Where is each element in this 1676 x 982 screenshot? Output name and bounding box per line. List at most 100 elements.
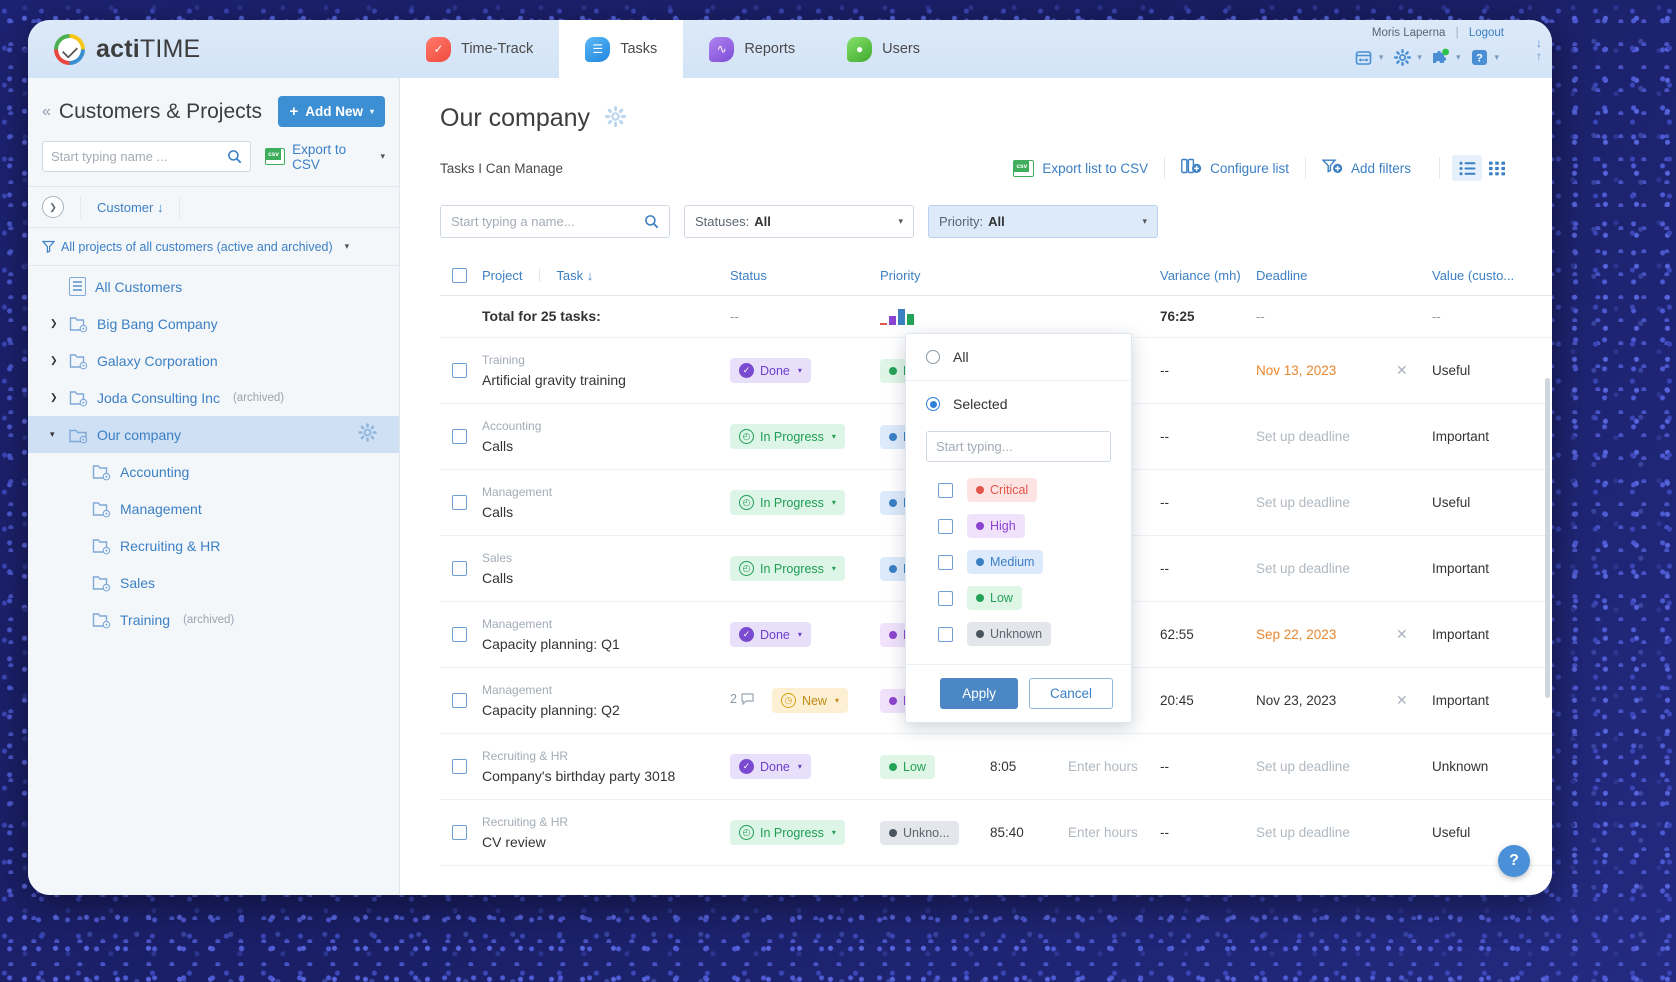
sidebar-filter-row[interactable]: All projects of all customers (active an…	[28, 228, 399, 266]
column-header-task[interactable]: Task ↓	[556, 268, 593, 283]
priority-option-all[interactable]: All	[906, 334, 1131, 380]
column-header-value[interactable]: Value (custo...	[1432, 268, 1514, 283]
chevron-down-icon[interactable]: ▾	[1494, 52, 1499, 63]
radio-selected[interactable]	[926, 397, 940, 411]
priority-search-input[interactable]	[936, 439, 1112, 454]
row-checkbox[interactable]	[452, 363, 467, 378]
row-checkbox[interactable]	[452, 693, 467, 708]
list-view-icon[interactable]	[1452, 155, 1482, 181]
row-value[interactable]: Unknown	[1432, 759, 1488, 774]
row-status-badge[interactable]: ✓Done▾	[730, 622, 811, 647]
row-status-badge[interactable]: ◷New▾	[772, 688, 848, 713]
row-status-badge[interactable]: ◴In Progress▾	[730, 490, 845, 515]
chevron-right-icon[interactable]: ❯	[50, 392, 60, 403]
table-row[interactable]: Recruiting & HRCV review◴In Progress▾Unk…	[440, 800, 1552, 866]
row-checkbox[interactable]	[452, 759, 467, 774]
row-deadline[interactable]: Nov 23, 2023	[1256, 693, 1336, 708]
page-settings-gear-icon[interactable]	[605, 106, 626, 132]
expand-all-button[interactable]: ❯	[42, 196, 64, 218]
puzzle-icon[interactable]	[1431, 47, 1451, 67]
row-status-badge[interactable]: ✓Done▾	[730, 358, 811, 383]
project-settings-gear-icon[interactable]	[358, 423, 377, 447]
configure-list-button[interactable]: Configure list	[1165, 158, 1305, 178]
priority-option-checkbox[interactable]	[938, 591, 953, 606]
collapse-sidebar-button[interactable]: «	[42, 103, 51, 121]
column-header-status[interactable]: Status	[730, 268, 767, 283]
scroll-arrows[interactable]: ↓↑	[1536, 38, 1542, 62]
tree-item-our-company[interactable]: ▾Our company	[28, 416, 399, 453]
row-value[interactable]: Useful	[1432, 825, 1470, 840]
priority-search-field[interactable]	[926, 431, 1111, 462]
row-task-name[interactable]: Calls	[482, 438, 730, 454]
column-header-priority[interactable]: Priority	[880, 268, 920, 283]
vertical-scrollbar[interactable]	[1545, 378, 1550, 698]
row-deadline[interactable]: Sep 22, 2023	[1256, 627, 1336, 642]
row-estimate[interactable]: Enter hours	[1068, 825, 1138, 840]
tree-item-galaxy-corporation[interactable]: ❯Galaxy Corporation	[28, 342, 399, 379]
row-task-name[interactable]: Calls	[482, 570, 730, 586]
priority-filter-select[interactable]: Priority: All ▾	[928, 205, 1158, 238]
nav-tab-time-track[interactable]: ✓ Time-Track	[400, 20, 559, 78]
chevron-right-icon[interactable]: ❯	[50, 355, 60, 366]
apply-button[interactable]: Apply	[940, 678, 1018, 709]
row-value[interactable]: Useful	[1432, 363, 1470, 378]
row-task-name[interactable]: CV review	[482, 834, 730, 850]
row-task-name[interactable]: Company's birthday party 3018	[482, 768, 730, 784]
row-deadline[interactable]: Set up deadline	[1256, 561, 1350, 576]
row-checkbox[interactable]	[452, 825, 467, 840]
select-all-checkbox[interactable]	[452, 268, 467, 283]
logout-link[interactable]: Logout	[1469, 27, 1504, 39]
tree-item-training[interactable]: Training(archived)	[28, 601, 399, 638]
priority-option-checkbox[interactable]	[938, 483, 953, 498]
add-filters-button[interactable]: Add filters	[1306, 158, 1427, 178]
nav-tab-tasks[interactable]: ☰ Tasks	[559, 20, 683, 78]
chevron-down-icon[interactable]: ▾	[50, 429, 60, 440]
column-header-deadline[interactable]: Deadline	[1256, 268, 1307, 283]
row-deadline[interactable]: Set up deadline	[1256, 759, 1350, 774]
priority-option-medium[interactable]: Medium	[906, 544, 1131, 580]
row-value[interactable]: Important	[1432, 429, 1489, 444]
help-icon[interactable]: ?	[1469, 47, 1489, 67]
row-comments[interactable]: 2	[730, 692, 754, 706]
grid-view-icon[interactable]	[1482, 155, 1512, 181]
priority-option-selected[interactable]: Selected	[906, 381, 1131, 427]
priority-option-checkbox[interactable]	[938, 519, 953, 534]
row-status-badge[interactable]: ◴In Progress▾	[730, 424, 845, 449]
column-header-variance[interactable]: Variance (mh)	[1160, 268, 1241, 283]
priority-option-unknown[interactable]: Unknown	[906, 616, 1131, 652]
row-checkbox[interactable]	[452, 561, 467, 576]
row-task-name[interactable]: Capacity planning: Q1	[482, 636, 730, 652]
chevron-down-icon[interactable]: ▾	[1456, 52, 1461, 63]
app-logo[interactable]: actiTIME	[28, 20, 400, 78]
row-deadline[interactable]: Nov 13, 2023	[1256, 363, 1336, 378]
task-search-field[interactable]	[440, 205, 670, 238]
export-list-to-csv-button[interactable]: csv Export list to CSV	[997, 160, 1164, 177]
clear-deadline-icon[interactable]: ✕	[1396, 692, 1408, 708]
tree-item-recruiting-hr[interactable]: Recruiting & HR	[28, 527, 399, 564]
column-header-project[interactable]: Project	[482, 268, 522, 283]
row-value[interactable]: Useful	[1432, 495, 1470, 510]
statuses-filter-select[interactable]: Statuses: All ▾	[684, 205, 914, 238]
tree-item-big-bang-company[interactable]: ❯Big Bang Company	[28, 305, 399, 342]
add-new-button[interactable]: + Add New ▾	[278, 96, 385, 127]
chevron-down-icon[interactable]: ▾	[345, 241, 350, 252]
cancel-button[interactable]: Cancel	[1029, 678, 1113, 709]
tree-item-joda-consulting-inc[interactable]: ❯Joda Consulting Inc(archived)	[28, 379, 399, 416]
row-estimate[interactable]: Enter hours	[1068, 759, 1138, 774]
priority-option-high[interactable]: High	[906, 508, 1131, 544]
gear-icon[interactable]	[1392, 47, 1412, 67]
chevron-down-icon[interactable]: ▾	[1379, 52, 1384, 63]
row-task-name[interactable]: Capacity planning: Q2	[482, 702, 730, 718]
row-checkbox[interactable]	[452, 495, 467, 510]
priority-option-checkbox[interactable]	[938, 627, 953, 642]
task-search-input[interactable]	[451, 214, 644, 229]
nav-tab-users[interactable]: ● Users	[821, 20, 946, 78]
row-value[interactable]: Important	[1432, 561, 1489, 576]
nav-tab-reports[interactable]: ∿ Reports	[683, 20, 821, 78]
row-status-badge[interactable]: ✓Done▾	[730, 754, 811, 779]
row-priority-badge[interactable]: Low	[880, 755, 935, 779]
row-status-badge[interactable]: ◴In Progress▾	[730, 820, 845, 845]
radio-all[interactable]	[926, 350, 940, 364]
table-row[interactable]: Recruiting & HRCompany's birthday party …	[440, 734, 1552, 800]
row-value[interactable]: Important	[1432, 693, 1489, 708]
